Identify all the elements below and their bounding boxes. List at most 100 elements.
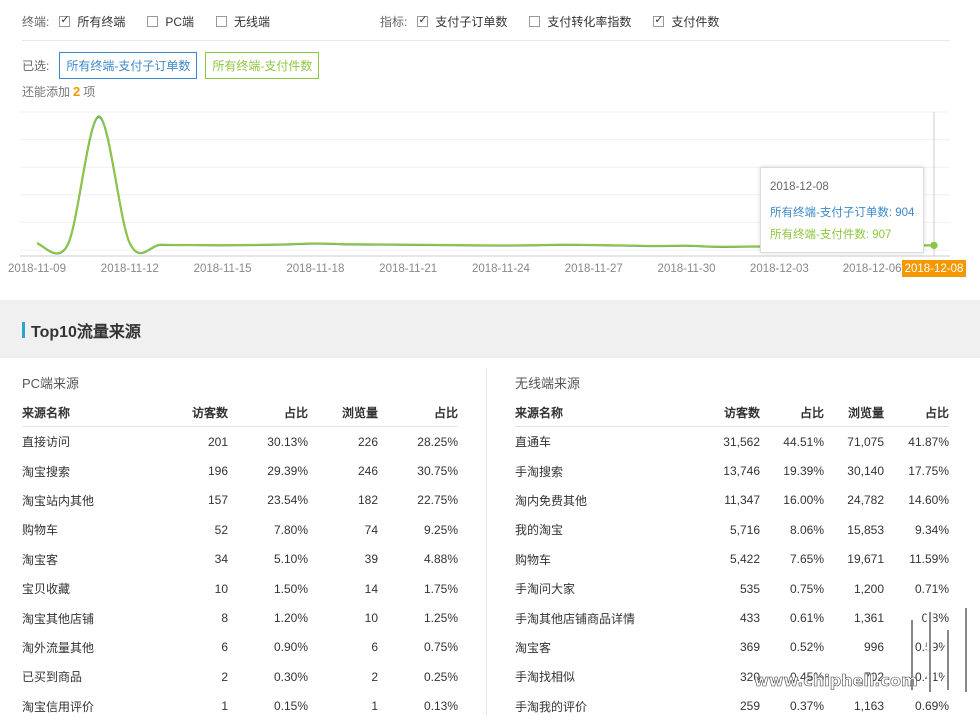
- table-row[interactable]: 宝贝收藏 10 1.50% 14 1.75%: [22, 574, 458, 603]
- table-row[interactable]: 淘外流量其他 6 0.90% 6 0.75%: [22, 633, 458, 662]
- cell-pageviews: 1: [371, 699, 378, 714]
- cell-source-name: 淘宝信用评价: [22, 699, 95, 714]
- table-row[interactable]: 直接访问 201 30.13% 226 28.25%: [22, 427, 458, 457]
- checkbox-pc[interactable]: PC端: [147, 13, 194, 30]
- cell-visitor-share: 29.39%: [267, 464, 308, 479]
- checkbox-pay-conversion[interactable]: 支付转化率指数: [529, 13, 631, 30]
- series-point-items: [930, 241, 938, 249]
- x-tick-label: 2018-12-06: [843, 263, 902, 275]
- cell-source-name: 手淘搜索: [515, 464, 564, 479]
- cell-pageview-share: 0.25%: [423, 669, 458, 684]
- table-row[interactable]: 直通车 31,562 44.51% 71,075 41.87%: [515, 427, 949, 457]
- col-source-name[interactable]: 来源名称: [22, 398, 162, 427]
- pc-source-table: 来源名称 访客数 占比 浏览量 占比 直接访问 201 30.13% 226 28.25…: [22, 398, 458, 721]
- cell-source-name: 淘内免费其他: [515, 493, 588, 508]
- cell-source-name: 淘宝客: [22, 552, 59, 567]
- checkbox-box[interactable]: [59, 13, 71, 27]
- checkbox-pay-items[interactable]: 支付件数: [653, 13, 719, 30]
- cell-visitors: 13,746: [723, 464, 760, 479]
- cell-visitors: 157: [207, 493, 228, 508]
- cell-visitors: 11,347: [724, 493, 760, 508]
- table-header-row: 来源名称 访客数 占比 浏览量 占比: [515, 398, 949, 427]
- col-visitor-share[interactable]: 占比: [760, 398, 824, 427]
- section-band: [0, 300, 980, 358]
- table-row[interactable]: 淘宝站内其他 157 23.54% 182 22.75%: [22, 486, 458, 515]
- table-row[interactable]: 手淘搜索 13,746 19.39% 30,140 17.75%: [515, 456, 949, 485]
- cell-pageviews: 1,200: [853, 581, 884, 596]
- cell-visitor-share: 0.15%: [273, 699, 308, 714]
- cell-pageview-share: 11.59%: [909, 552, 949, 567]
- x-tick-label-highlight: 2018-12-08: [905, 263, 964, 275]
- cell-source-name: 已买到商品: [22, 670, 83, 685]
- cell-pageviews: 14: [364, 581, 378, 596]
- cell-pageviews: 39: [364, 552, 378, 567]
- checkbox-label: 支付子订单数: [435, 14, 508, 29]
- col-pageviews[interactable]: 浏览量: [824, 398, 884, 427]
- col-pageviews[interactable]: 浏览量: [308, 398, 378, 427]
- x-tick-label: 2018-11-09: [8, 263, 66, 275]
- cell-pageviews: 10: [364, 611, 378, 626]
- add-more-prefix: 还能添加: [22, 85, 71, 99]
- table-row[interactable]: 淘内免费其他 11,347 16.00% 24,782 14.60%: [515, 486, 949, 515]
- x-tick-label: 2018-11-24: [472, 263, 531, 275]
- cell-visitors: 10: [214, 581, 228, 596]
- table-row[interactable]: 淘宝信用评价 1 0.15% 1 0.13%: [22, 692, 458, 721]
- checkbox-box[interactable]: [653, 13, 665, 27]
- checkbox-label: PC端: [165, 14, 195, 29]
- table-row[interactable]: 淘宝客 34 5.10% 39 4.88%: [22, 545, 458, 574]
- table-row[interactable]: 购物车 52 7.80% 74 9.25%: [22, 515, 458, 544]
- cell-pageviews: 24,782: [847, 493, 884, 508]
- col-pageview-share[interactable]: 占比: [884, 398, 949, 427]
- cell-visitors: 1: [221, 699, 228, 714]
- cell-pageview-share: 1.25%: [423, 611, 458, 626]
- checkbox-box[interactable]: [417, 13, 429, 27]
- cell-pageviews: 226: [357, 434, 378, 449]
- mobile-panel-title: 无线端来源: [515, 376, 581, 391]
- col-source-name[interactable]: 来源名称: [515, 398, 665, 427]
- col-visitors[interactable]: 访客数: [162, 398, 228, 427]
- cell-pageview-share: 9.34%: [914, 522, 949, 537]
- cell-visitor-share: 1.50%: [273, 581, 308, 596]
- col-visitors[interactable]: 访客数: [665, 398, 760, 427]
- add-more-hint: 还能添加 2 项: [22, 83, 95, 100]
- col-pageview-share[interactable]: 占比: [378, 398, 458, 427]
- cell-pageview-share: 22.75%: [417, 493, 458, 508]
- table-row[interactable]: 手淘问大家 535 0.75% 1,200 0.71%: [515, 574, 949, 603]
- table-row[interactable]: 淘宝搜索 196 29.39% 246 30.75%: [22, 456, 458, 485]
- tooltip-date: 2018-12-08: [770, 181, 829, 193]
- x-tick-label: 2018-11-27: [565, 263, 623, 275]
- cell-visitors: 31,562: [723, 434, 760, 449]
- selected-tag-items[interactable]: 所有终端-支付件数: [205, 52, 320, 79]
- cell-visitors: 8: [221, 611, 228, 626]
- cell-source-name: 购物车: [515, 552, 552, 567]
- table-row[interactable]: 淘宝其他店铺 8 1.20% 10 1.25%: [22, 603, 458, 632]
- cell-visitors: 5,716: [729, 522, 760, 537]
- selected-label: 已选:: [22, 59, 50, 73]
- checkbox-pay-suborders[interactable]: 支付子订单数: [417, 13, 507, 30]
- cell-source-name: 手淘我的评价: [515, 699, 588, 714]
- cell-pageviews: 182: [357, 493, 378, 508]
- cell-visitor-share: 30.13%: [267, 434, 308, 449]
- table-row[interactable]: 已买到商品 2 0.30% 2 0.25%: [22, 662, 458, 691]
- cell-source-name: 淘宝其他店铺: [22, 611, 95, 626]
- add-more-count: 2: [73, 84, 81, 99]
- cell-visitors: 2: [221, 669, 228, 684]
- cell-visitor-share: 7.65%: [789, 552, 824, 567]
- cell-source-name: 我的淘宝: [515, 523, 564, 538]
- checkbox-wireless[interactable]: 无线端: [216, 13, 270, 30]
- checkbox-box[interactable]: [147, 15, 159, 27]
- checkbox-label: 所有终端: [77, 14, 126, 29]
- checkbox-box[interactable]: [216, 15, 228, 27]
- cell-pageview-share: 0.13%: [423, 699, 458, 714]
- cell-pageview-share: 4.88%: [423, 552, 458, 567]
- checkbox-all-terminals[interactable]: 所有终端: [59, 13, 125, 30]
- table-row[interactable]: 我的淘宝 5,716 8.06% 15,853 9.34%: [515, 515, 949, 544]
- table-row[interactable]: 购物车 5,422 7.65% 19,671 11.59%: [515, 545, 949, 574]
- cell-visitor-share: 19.39%: [783, 464, 824, 479]
- col-visitor-share[interactable]: 占比: [228, 398, 308, 427]
- panel-divider: [486, 368, 487, 715]
- cell-source-name: 直接访问: [22, 435, 71, 450]
- selected-tag-suborders[interactable]: 所有终端-支付子订单数: [59, 52, 198, 79]
- checkbox-box[interactable]: [529, 15, 541, 27]
- cell-visitors: 433: [739, 611, 760, 626]
